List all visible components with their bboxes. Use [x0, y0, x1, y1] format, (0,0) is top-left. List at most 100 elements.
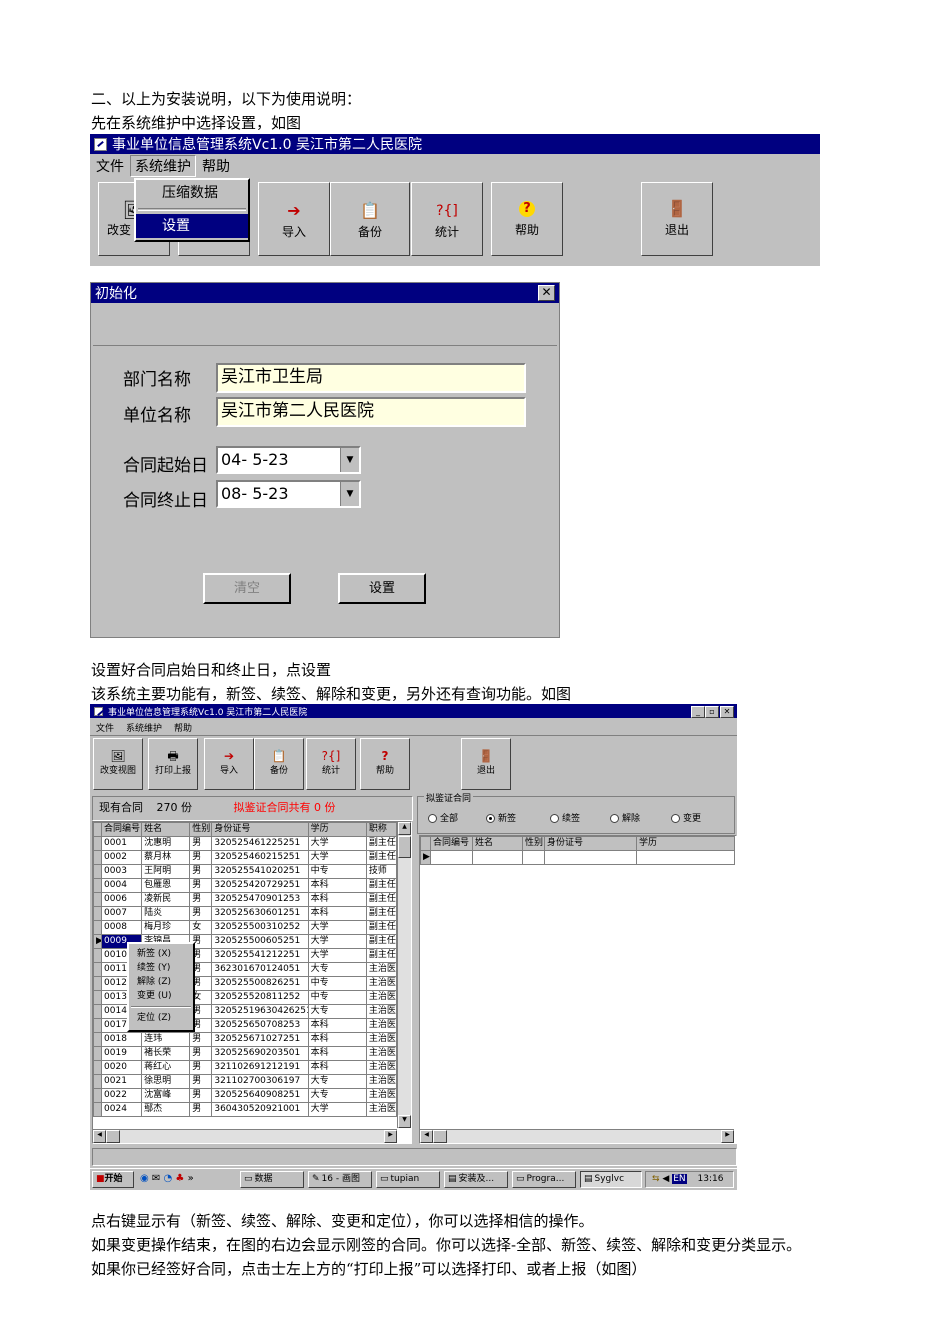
column-header[interactable]: 合同编号 — [101, 822, 143, 837]
scroll-right-icon[interactable]: ▶ — [384, 1130, 397, 1143]
start-date-picker[interactable]: 04- 5-23 ▼ — [216, 446, 361, 474]
exit-button[interactable]: 🚪 退出 — [461, 738, 511, 790]
menu-item-compress-data[interactable]: 压缩数据 — [136, 180, 248, 206]
context-item-terminate[interactable]: 解除 (Z) — [129, 975, 193, 989]
table-cell: 0019 — [101, 1046, 143, 1061]
scroll-left-icon[interactable]: ◀ — [420, 1130, 433, 1143]
scroll-down-icon[interactable]: ▼ — [398, 1115, 411, 1128]
help-button[interactable]: ? 帮助 — [360, 738, 410, 790]
menu-help[interactable]: 帮助 — [168, 721, 198, 734]
column-header[interactable]: 性别 — [189, 822, 213, 837]
column-header[interactable]: 合同编号 — [430, 836, 473, 851]
column-header[interactable]: 学历 — [307, 822, 367, 837]
context-item-new[interactable]: 新签 (X) — [129, 944, 193, 961]
scroll-thumb[interactable] — [398, 836, 411, 858]
close-icon[interactable]: ✕ — [720, 706, 734, 718]
context-item-change[interactable]: 变更 (U) — [129, 989, 193, 1003]
column-header[interactable]: 姓名 — [141, 822, 191, 837]
table-row[interactable]: 0007 陆炎男 320525630601251 本科 副主任 — [93, 906, 398, 921]
table-row[interactable]: 0019 褚长荣男 320525690203501 本科 主治医 — [93, 1046, 398, 1061]
menu-system-maintenance[interactable]: 系统维护 — [120, 721, 168, 734]
clear-button[interactable]: 清空 — [203, 573, 291, 604]
statistics-button[interactable]: ?{] 统计 — [411, 182, 483, 256]
menu-file[interactable]: 文件 — [90, 156, 130, 176]
column-header[interactable]: 身份证号 — [211, 822, 309, 837]
backup-button[interactable]: 📋 备份 — [330, 182, 410, 256]
context-item-locate[interactable]: 定位 (Z) — [129, 1011, 193, 1025]
unit-label: 单位名称 — [123, 406, 191, 426]
chevron-down-icon[interactable]: ▼ — [340, 448, 359, 472]
end-date-picker[interactable]: 08- 5-23 ▼ — [216, 480, 361, 508]
table-cell: 320525630601251 — [211, 906, 309, 921]
table-row[interactable]: 0020 蒋红心男 321102691212191 本科 主治医 — [93, 1060, 398, 1075]
column-header[interactable]: 身份证号 — [544, 836, 637, 851]
scroll-right-icon[interactable]: ▶ — [721, 1130, 734, 1143]
scroll-thumb[interactable] — [106, 1130, 120, 1143]
taskbar-task[interactable]: ▤ 安装及... — [444, 1171, 508, 1188]
print-button[interactable]: 🖶 打印上报 — [148, 738, 198, 790]
import-button[interactable]: ➔ 导入 — [204, 738, 254, 790]
change-view-button[interactable]: 🖼 改变视图 — [93, 738, 143, 790]
column-header[interactable]: 性别 — [522, 836, 545, 851]
table-cell: 主治医 — [365, 1004, 398, 1019]
table-cell: 主治医 — [365, 1088, 398, 1103]
close-icon[interactable]: ✕ — [538, 285, 555, 301]
table-row[interactable]: 0001 沈惠明男 320525461225251 大学 副主任 — [93, 836, 398, 851]
app-icon[interactable]: ♣ — [175, 1173, 184, 1184]
import-button[interactable]: ➔ 导入 — [258, 182, 330, 256]
horizontal-scrollbar[interactable]: ◀ ▶ — [93, 1129, 397, 1143]
taskbar-task[interactable]: ▭ 数据 — [240, 1171, 304, 1188]
menu-help[interactable]: 帮助 — [196, 156, 236, 176]
column-header[interactable]: 职称 — [365, 822, 398, 837]
set-button[interactable]: 设置 — [338, 573, 426, 604]
table-row[interactable]: 0018 连玮男 320525671027251 本科 主治医 — [93, 1032, 398, 1047]
language-indicator[interactable]: EN — [672, 1174, 687, 1184]
player-icon[interactable]: ◔ — [164, 1173, 173, 1184]
column-header[interactable]: 姓名 — [472, 836, 523, 851]
restore-icon[interactable]: ▫ — [705, 706, 719, 718]
taskbar-task[interactable]: ▤ Syglvc — [580, 1171, 642, 1188]
radio-filter-0[interactable]: 全部 — [428, 811, 458, 824]
scroll-thumb[interactable] — [433, 1130, 447, 1143]
speaker-icon[interactable]: ◀ — [662, 1174, 669, 1184]
more-icon[interactable]: » — [188, 1173, 194, 1184]
table-row[interactable]: 0024 鄢杰男 360430520921001 大学 主治医 — [93, 1102, 398, 1117]
radio-filter-1[interactable]: 新签 — [486, 811, 516, 824]
menu-item-settings[interactable]: 设置 — [136, 214, 248, 238]
outlook-icon[interactable]: ✉ — [152, 1173, 160, 1184]
unit-name-field[interactable]: 吴江市第二人民医院 — [216, 397, 526, 427]
radio-filter-3[interactable]: 解除 — [610, 811, 640, 824]
table-row[interactable]: 0021 徐思明男 321102700306197 大专 主治医 — [93, 1074, 398, 1089]
vertical-scrollbar[interactable]: ▲ ▼ — [397, 822, 411, 1128]
chevron-down-icon[interactable]: ▼ — [340, 482, 359, 506]
network-icon[interactable]: ⇆ — [652, 1174, 660, 1184]
table-row[interactable]: 0003 王阿明男 320525541020251 中专 技师 — [93, 864, 398, 879]
menu-system-maintenance[interactable]: 系统维护 — [130, 155, 196, 177]
menu-file[interactable]: 文件 — [90, 721, 120, 734]
exit-button[interactable]: 🚪 退出 — [641, 182, 713, 256]
scroll-left-icon[interactable]: ◀ — [93, 1130, 106, 1143]
table-row[interactable]: 0004 包雁恩男 320525420729251 本科 副主任 — [93, 878, 398, 893]
backup-button[interactable]: 📋 备份 — [254, 738, 304, 790]
horizontal-scrollbar[interactable]: ◀ ▶ — [420, 1129, 734, 1143]
table-row[interactable]: 0002 蔡月林男 320525460215251 大学 副主任 — [93, 850, 398, 865]
draft-contracts-grid[interactable]: 合同编号 姓名 性别 身份证号 学历 ▶ ◀ ▶ — [419, 835, 737, 1144]
taskbar-task[interactable]: ▭ tupian — [376, 1171, 440, 1188]
radio-filter-4[interactable]: 变更 — [671, 811, 701, 824]
table-row[interactable]: 0006 凌新民男 320525470901253 本科 副主任 — [93, 892, 398, 907]
taskbar-task[interactable]: ▭ Progra... — [512, 1171, 576, 1188]
table-row[interactable]: 0022 沈富峰男 320525640908251 大专 主治医 — [93, 1088, 398, 1103]
browser-icon[interactable]: ◉ — [140, 1173, 149, 1184]
table-row[interactable]: ▶ — [420, 850, 735, 865]
table-row[interactable]: 0008 梅月珍女 320525500310252 大学 副主任 — [93, 920, 398, 935]
dept-name-field[interactable]: 吴江市卫生局 — [216, 363, 526, 393]
column-header[interactable]: 学历 — [636, 836, 735, 851]
help-button[interactable]: ? 帮助 — [491, 182, 563, 256]
start-button[interactable]: ■开始 — [92, 1171, 134, 1188]
minimize-icon[interactable]: _ — [691, 706, 705, 718]
context-item-renew[interactable]: 续签 (Y) — [129, 961, 193, 975]
statistics-button[interactable]: ?{] 统计 — [306, 738, 356, 790]
radio-filter-2[interactable]: 续签 — [550, 811, 580, 824]
taskbar-task[interactable]: ✎ 16 - 画图 — [308, 1171, 372, 1188]
scroll-up-icon[interactable]: ▲ — [398, 822, 411, 835]
